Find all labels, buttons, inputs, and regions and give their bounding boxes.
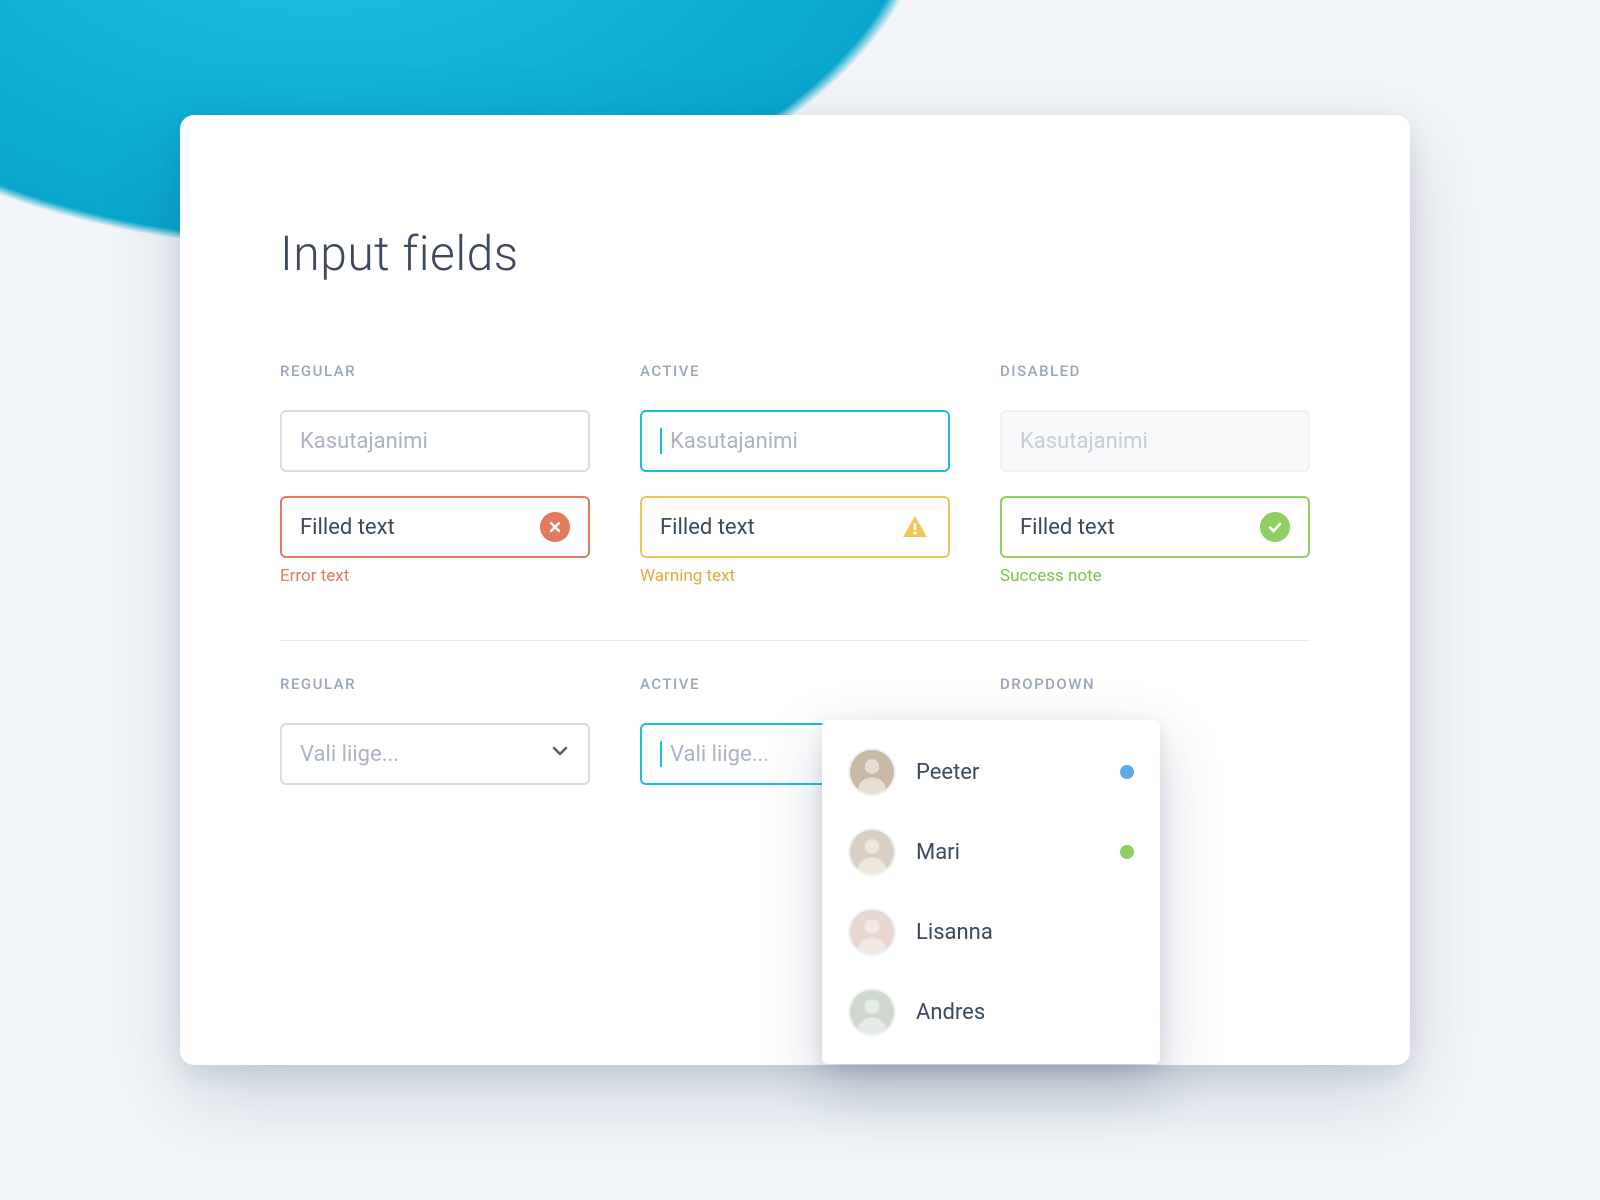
label-select-active: ACTIVE	[640, 675, 950, 693]
input-placeholder: Kasutajanimi	[1020, 429, 1148, 454]
helper-warning: Warning text	[640, 566, 950, 586]
card-panel: Input fields REGULAR ACTIVE DISABLED Kas…	[180, 115, 1410, 1065]
input-value: Filled text	[300, 515, 395, 540]
dropdown-menu: Peeter Mari Lisanna Andres	[822, 720, 1160, 1064]
input-warning[interactable]: Filled text	[640, 496, 950, 558]
input-success[interactable]: Filled text	[1000, 496, 1310, 558]
status-dot	[1120, 765, 1134, 779]
dropdown-item-label: Peeter	[916, 760, 979, 785]
status-dot	[1120, 845, 1134, 859]
label-active: ACTIVE	[640, 362, 950, 380]
label-select-dropdown: DROPDOWN	[1000, 675, 1310, 693]
field-grid: REGULAR ACTIVE DISABLED Kasutajanimi Kas…	[280, 362, 1320, 785]
select-placeholder: Vali liige...	[300, 742, 399, 767]
text-caret	[660, 741, 662, 767]
dropdown-item-label: Mari	[916, 840, 960, 865]
helper-success: Success note	[1000, 566, 1310, 586]
warning-icon	[900, 512, 930, 542]
text-caret	[660, 428, 662, 454]
dropdown-item-2[interactable]: Lisanna	[822, 892, 1160, 972]
label-disabled: DISABLED	[1000, 362, 1310, 380]
input-placeholder: Kasutajanimi	[670, 429, 798, 454]
avatar	[848, 988, 896, 1036]
dropdown-item-1[interactable]: Mari	[822, 812, 1160, 892]
page-title: Input fields	[280, 225, 1320, 282]
label-select-regular: REGULAR	[280, 675, 590, 693]
input-value: Filled text	[1020, 515, 1115, 540]
dropdown-item-label: Andres	[916, 1000, 985, 1025]
divider	[280, 640, 1310, 641]
input-placeholder: Kasutajanimi	[300, 429, 428, 454]
select-placeholder: Vali liige...	[670, 742, 769, 767]
helper-error: Error text	[280, 566, 590, 586]
success-icon	[1260, 512, 1290, 542]
input-error[interactable]: Filled text	[280, 496, 590, 558]
error-icon	[540, 512, 570, 542]
avatar	[848, 748, 896, 796]
select-regular[interactable]: Vali liige...	[280, 723, 590, 785]
dropdown-item-0[interactable]: Peeter	[822, 732, 1160, 812]
input-active[interactable]: Kasutajanimi	[640, 410, 950, 472]
input-disabled: Kasutajanimi	[1000, 410, 1310, 472]
dropdown-item-3[interactable]: Andres	[822, 972, 1160, 1052]
input-value: Filled text	[660, 515, 755, 540]
avatar	[848, 908, 896, 956]
input-regular[interactable]: Kasutajanimi	[280, 410, 590, 472]
label-regular: REGULAR	[280, 362, 590, 380]
dropdown-item-label: Lisanna	[916, 920, 993, 945]
chevron-down-icon	[550, 741, 570, 767]
avatar	[848, 828, 896, 876]
